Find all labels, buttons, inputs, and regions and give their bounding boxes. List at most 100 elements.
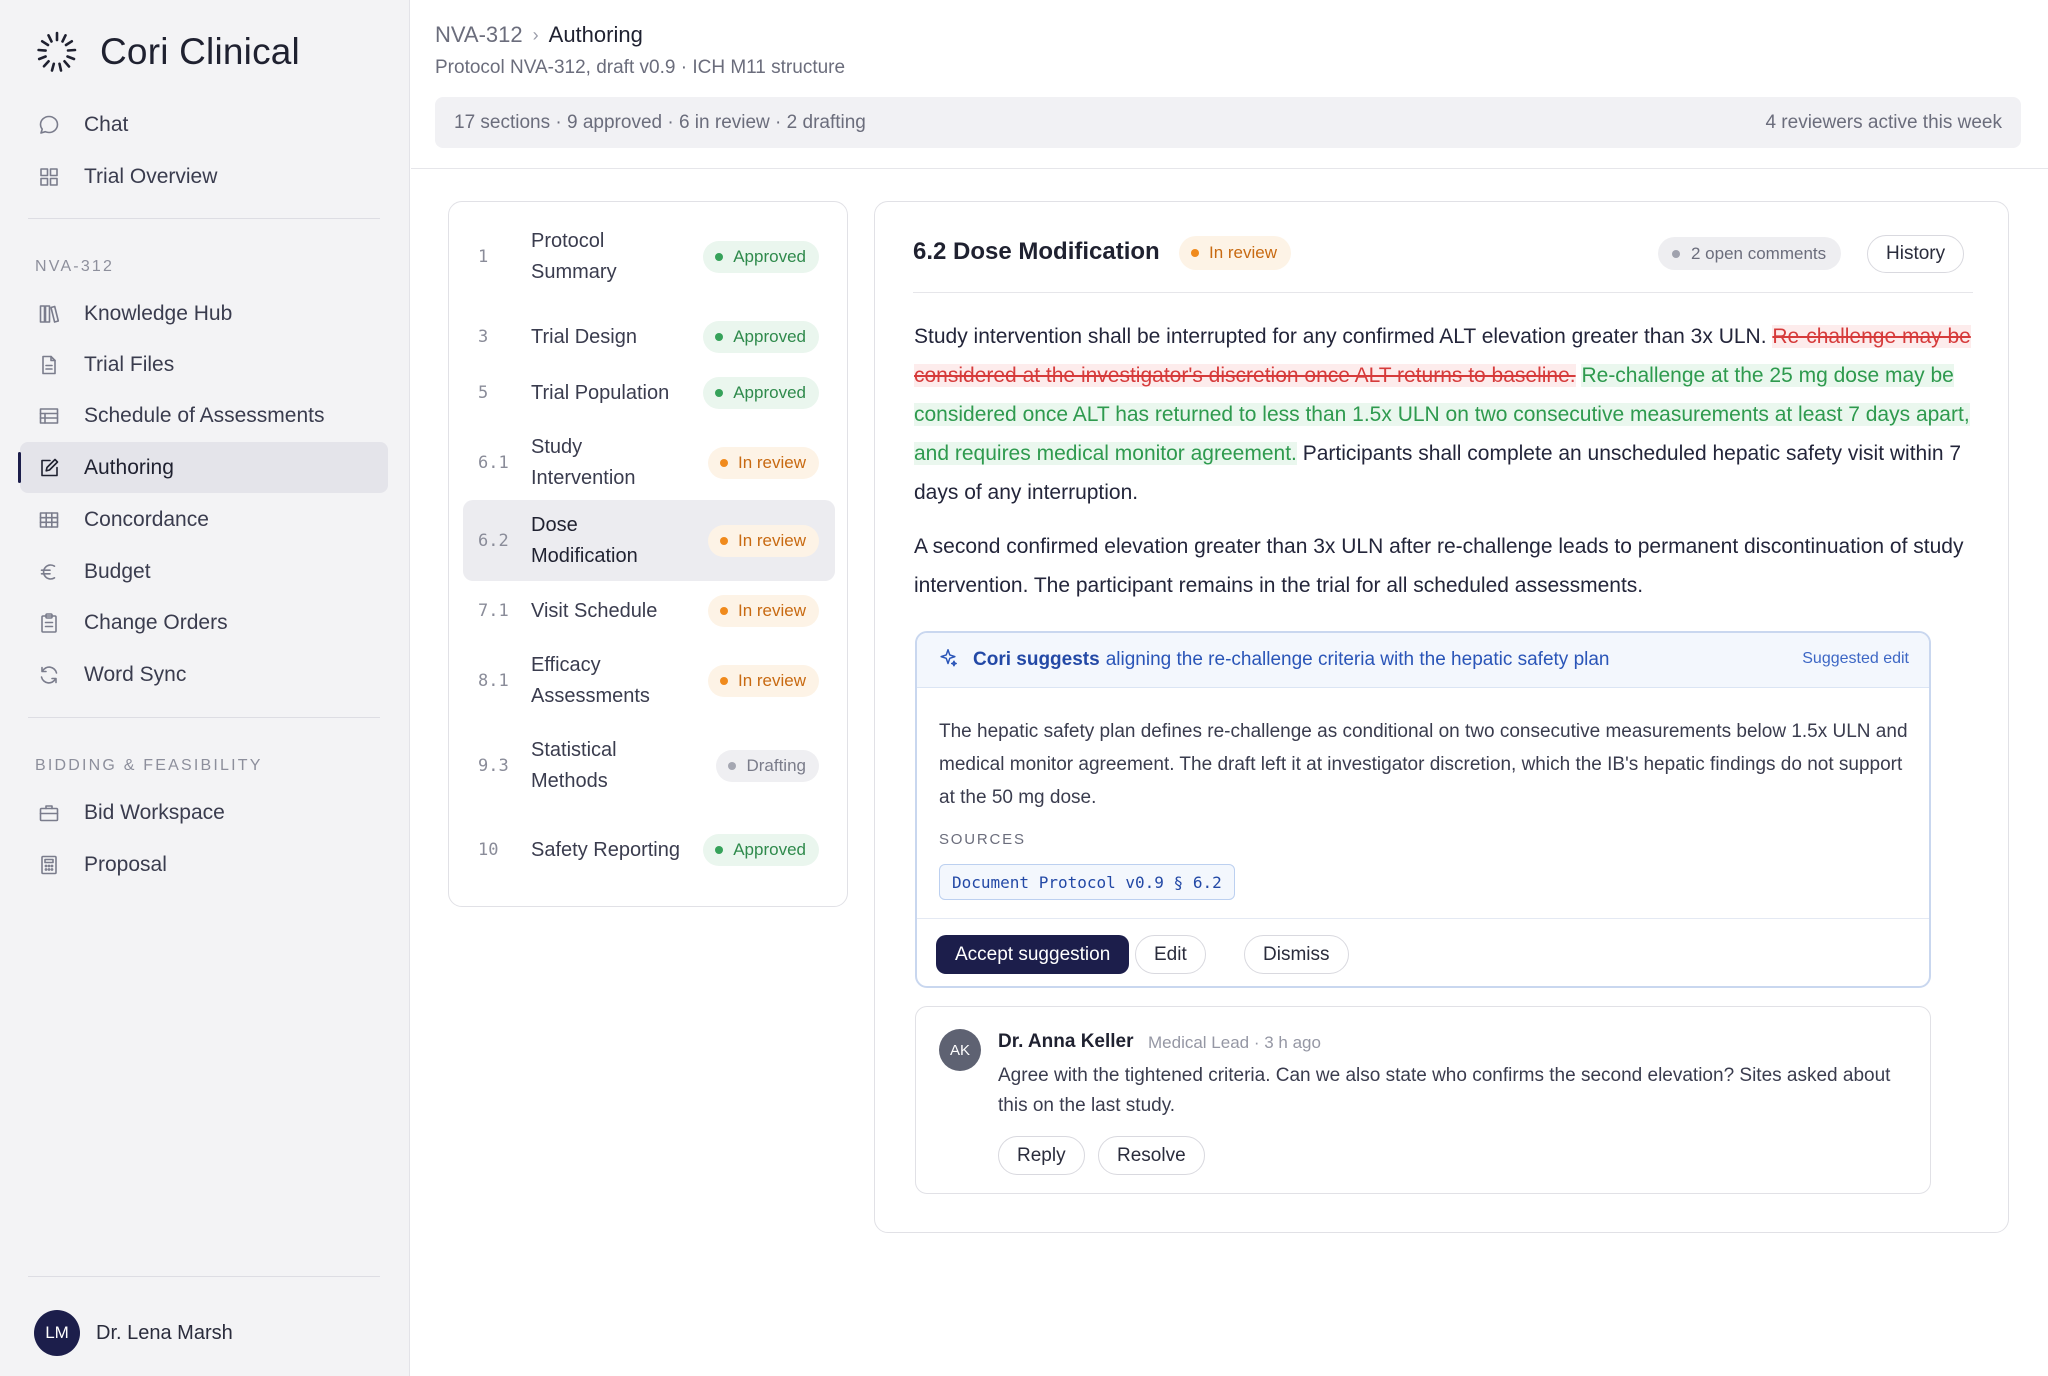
status-badge: Drafting: [716, 750, 819, 782]
nav-divider: [28, 1276, 380, 1277]
comment-text: Agree with the tightened criteria. Can w…: [998, 1065, 1891, 1116]
reply-button[interactable]: Reply: [998, 1136, 1085, 1175]
section-title: Protocol Summary: [531, 230, 617, 283]
section-number: 8.1: [478, 671, 509, 691]
nav-budget[interactable]: Budget: [20, 546, 388, 597]
brand-logo-icon: [37, 31, 77, 72]
nav-section-bidding: BIDDING & FEASIBILITY: [35, 757, 263, 774]
section-number: 10: [478, 840, 499, 860]
section-title: Dose Modification: [531, 513, 638, 567]
status-dot: [715, 253, 724, 261]
status-label: Drafting: [746, 756, 806, 775]
suggestion-rationale: The hepatic safety plan defines re-chall…: [939, 721, 1908, 808]
books-icon: [36, 301, 62, 327]
resolve-button[interactable]: Resolve: [1098, 1136, 1205, 1175]
section-list: 1 Protocol Summary Approved 3 Trial Desi…: [448, 201, 848, 907]
nav-proposal[interactable]: Proposal: [20, 839, 388, 890]
breadcrumb-trial[interactable]: NVA-312: [435, 22, 523, 48]
section-number: 6.2: [478, 530, 509, 551]
section-title: Study Intervention: [531, 436, 636, 489]
page-subtitle: Protocol NVA-312, draft v0.9 · ICH M11 s…: [435, 57, 846, 78]
accept-suggestion-button[interactable]: Accept suggestion: [936, 935, 1130, 974]
status-dot: [728, 762, 737, 770]
table-rows-icon: [36, 403, 62, 429]
file-icon: [36, 352, 62, 378]
editor-paragraph[interactable]: A second confirmed elevation greater tha…: [914, 527, 1984, 605]
chevron-right-icon: ›: [532, 24, 539, 45]
nav-label: Budget: [84, 559, 151, 583]
spreadsheet-icon: [36, 507, 62, 533]
chat-bubble-icon: [36, 112, 62, 138]
nav-schedule-of-assessments[interactable]: Schedule of Assessments: [20, 390, 388, 441]
status-dot: [715, 846, 724, 854]
clipboard-icon: [36, 610, 62, 636]
status-label: Approved: [733, 383, 806, 402]
status-dot: [715, 333, 724, 341]
edit-suggestion-button[interactable]: Edit: [1135, 935, 1206, 974]
nav-authoring[interactable]: Authoring: [18, 442, 388, 493]
brand[interactable]: Cori Clinical: [34, 26, 300, 78]
status-dot: [719, 677, 728, 685]
status-label: In review: [737, 453, 806, 472]
status-label: Approved: [733, 840, 806, 859]
sources-label: SOURCES: [939, 831, 1026, 848]
suggestion-summary: aligning the re-challenge criteria with …: [1105, 649, 1610, 670]
section-number: 3: [478, 327, 489, 347]
section-item-active[interactable]: 6.2 Dose Modification In review: [463, 500, 835, 581]
sync-icon: [36, 662, 62, 688]
suggestion-author: Cori suggests: [973, 649, 1100, 670]
heading-divider: [913, 292, 1973, 293]
nav-word-sync[interactable]: Word Sync: [20, 649, 388, 700]
section-item[interactable]: 9.3 Statistical Methods Drafting: [463, 726, 835, 806]
user-profile[interactable]: LM Dr. Lena Marsh: [34, 1310, 233, 1356]
nav-bid-workspace[interactable]: Bid Workspace: [20, 787, 388, 838]
section-item[interactable]: 7.1 Visit Schedule In review: [463, 586, 835, 636]
comment-meta: Medical Lead · 3 h ago: [1148, 1033, 1321, 1052]
open-comments-pill[interactable]: 2 open comments: [1658, 237, 1842, 270]
nav-chat[interactable]: Chat: [20, 99, 388, 150]
status-dot: [719, 607, 728, 615]
section-item[interactable]: 1 Protocol Summary Approved: [463, 222, 835, 292]
header-divider: [411, 168, 2048, 169]
section-title: Trial Population: [531, 381, 670, 404]
section-item[interactable]: 8.1 Efficacy Assessments In review: [463, 641, 835, 721]
nav-trial-files[interactable]: Trial Files: [20, 339, 388, 390]
status-label: Approved: [733, 247, 806, 266]
section-item[interactable]: 3 Trial Design Approved: [463, 312, 835, 362]
status-dot: [719, 536, 728, 545]
briefcase-icon: [36, 800, 62, 826]
open-comments-label: 2 open comments: [1691, 243, 1827, 263]
suggestion-header: Cori suggests aligning the re-challenge …: [917, 633, 1929, 688]
nav-section-trial: NVA-312: [35, 258, 115, 275]
avatar: AK: [939, 1029, 981, 1071]
nav-divider: [28, 717, 380, 718]
nav-label: Chat: [84, 112, 129, 136]
section-item[interactable]: 6.1 Study Intervention In review: [463, 423, 835, 503]
section-title: Safety Reporting: [531, 838, 680, 861]
nav-divider: [28, 218, 380, 219]
nav-label: Knowledge Hub: [84, 301, 233, 325]
nav-change-orders[interactable]: Change Orders: [20, 597, 388, 648]
nav-knowledge-hub[interactable]: Knowledge Hub: [20, 288, 388, 339]
nav-concordance[interactable]: Concordance: [20, 494, 388, 545]
editor-paragraph[interactable]: Study intervention shall be interrupted …: [914, 317, 1984, 512]
user-name: Dr. Lena Marsh: [96, 1321, 233, 1344]
nav-label: Change Orders: [84, 610, 228, 634]
nav-trial-overview[interactable]: Trial Overview: [20, 151, 388, 202]
suggestion-card: Cori suggests aligning the re-challenge …: [915, 631, 1931, 988]
euro-icon: [36, 559, 62, 585]
nav-label: Bid Workspace: [84, 800, 225, 824]
section-item[interactable]: 5 Trial Population Approved: [463, 368, 835, 418]
section-number: 7.1: [478, 601, 509, 621]
dismiss-suggestion-button[interactable]: Dismiss: [1244, 935, 1349, 974]
comment-dot: [1672, 249, 1680, 258]
section-stats: 17 sections · 9 approved · 6 in review ·…: [454, 111, 866, 133]
history-button[interactable]: History: [1867, 235, 1965, 273]
status-label: Approved: [733, 327, 806, 346]
breadcrumb-current: Authoring: [548, 22, 643, 47]
nav-label: Concordance: [84, 507, 209, 531]
source-chip[interactable]: Document Protocol v0.9 § 6.2: [939, 864, 1235, 900]
grid-icon: [36, 164, 62, 190]
brand-name: Cori Clinical: [100, 31, 300, 72]
section-item[interactable]: 10 Safety Reporting Approved: [463, 810, 835, 890]
